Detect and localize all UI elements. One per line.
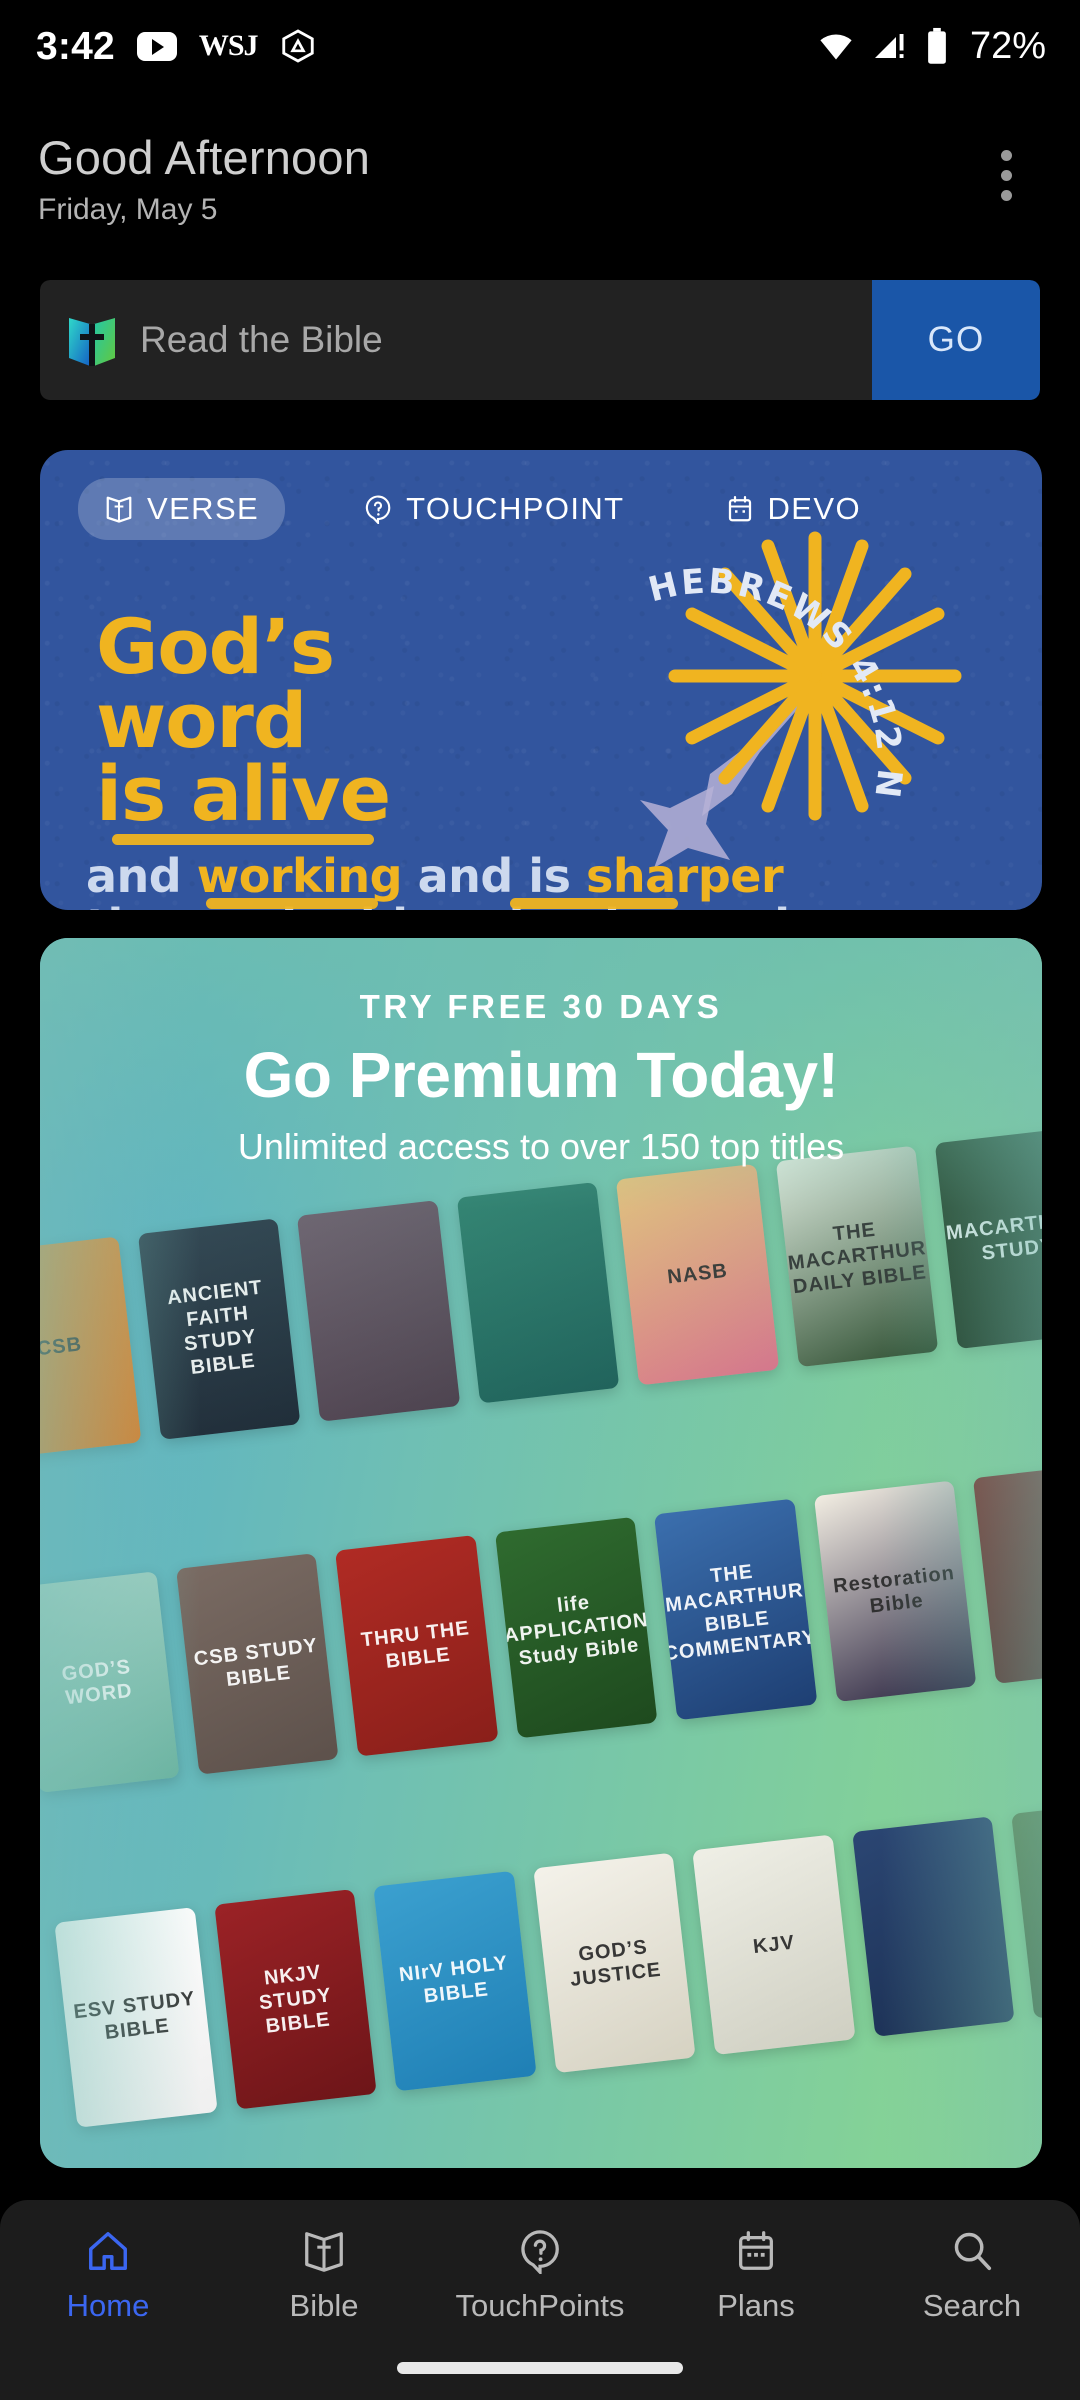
book-cover-title: NIrV HOLY BIBLE — [397, 1952, 510, 2008]
open-book-icon — [305, 2232, 343, 2272]
book-cover: GOD’S JUSTICE — [532, 1852, 696, 2074]
book-cover: CSB STUDY BIBLE — [175, 1553, 339, 1775]
book-cover: ESV STUDY BIBLE — [54, 1906, 218, 2129]
book-cover-title: NKJV STUDY BIBLE — [257, 1961, 333, 2038]
book-cover-title: CSB — [40, 1333, 84, 1361]
book-cover-title: NASB — [666, 1260, 729, 1289]
overflow-menu-icon[interactable] — [993, 142, 1020, 209]
book-cover: THE MACARTHUR DAILY BIBLE — [775, 1145, 939, 1367]
battery-percent: 72% — [969, 24, 1046, 67]
search-input[interactable]: Read the Bible — [40, 280, 872, 400]
wifi-icon — [820, 34, 852, 60]
book-cover — [851, 1815, 1016, 2038]
promo-title: Go Premium Today! — [243, 1039, 839, 1111]
tab-verse[interactable]: VERSE — [78, 478, 286, 540]
verse-body-text-a: and — [86, 849, 197, 903]
book-cover-title: THE MACARTHUR BIBLE COMMENTARY — [662, 1560, 818, 1665]
go-button[interactable]: GO — [872, 280, 1040, 400]
nav-item-touchpoints[interactable]: TouchPoints — [440, 2228, 640, 2324]
status-bar-right: 72% — [816, 25, 1046, 68]
working-underline — [206, 898, 378, 909]
book-cover: NIrV HOLY BIBLE — [373, 1870, 537, 2092]
page-title: Good Afternoon — [38, 131, 371, 184]
wsj-icon: WSJ — [198, 29, 259, 62]
status-time: 3:42 — [36, 24, 115, 68]
status-bar: 3:42 WSJ 72% — [0, 0, 1080, 92]
calendar-icon — [739, 2231, 773, 2270]
tab-touchpoint[interactable]: TOUCHPOINT — [337, 478, 650, 540]
verse-body-text-b: and is — [402, 849, 586, 903]
nav-item-plans[interactable]: Plans — [656, 2228, 856, 2324]
book-cover: ANCIENT FAITH STUDY BIBLE — [137, 1218, 301, 1440]
verse-artwork: HEBREWS 4:12 NCV — [610, 456, 962, 868]
book-cover-title: GOD’S JUSTICE — [569, 1936, 663, 1991]
cellular-no-sim-icon — [874, 34, 904, 58]
nav-item-bible[interactable]: Bible — [224, 2228, 424, 2324]
book-cover-title: Restoration Bible — [832, 1561, 956, 1618]
verse-body-gold-2: sharper — [585, 849, 784, 903]
verse-headline-line-2: word — [96, 675, 307, 765]
book-covers-collage: CSB ANCIENT FAITH STUDY BIBLE NASB THE MACA… — [40, 1127, 1042, 2168]
headline-underline — [112, 834, 374, 845]
go-premium-banner[interactable]: CSB ANCIENT FAITH STUDY BIBLE NASB THE MACA… — [40, 938, 1042, 2168]
book-cover: CSB — [40, 1236, 141, 1458]
book-cover-title: THE MACARTHUR DAILY BIBLE — [786, 1219, 928, 1299]
verse-headline-line-1: God’s — [96, 602, 335, 691]
tab-verse-label: VERSE — [147, 491, 260, 526]
tab-touchpoint-label: TOUCHPOINT — [406, 491, 625, 526]
app-screen: 3:42 WSJ 72% Good Afternoon Friday, May … — [0, 0, 1080, 2400]
status-bar-left: 3:42 WSJ — [36, 27, 316, 66]
book-cover — [1011, 1797, 1042, 2020]
book-cover — [297, 1200, 461, 1422]
book-cover — [973, 1462, 1042, 1684]
nav-item-search[interactable]: Search — [872, 2228, 1072, 2324]
page-header: Good Afternoon Friday, May 5 — [38, 130, 1042, 227]
book-cover-title: KJV — [751, 1931, 797, 1959]
book-cover-title: life APPLICATION Study Bible — [502, 1591, 650, 1670]
nav-label-touchpoints: TouchPoints — [455, 2288, 625, 2323]
book-cover-title: ANCIENT FAITH STUDY BIBLE — [166, 1276, 264, 1380]
book-cover: NKJV STUDY BIBLE — [213, 1888, 377, 2110]
verse-body-gold-1: working — [196, 849, 403, 903]
book-cover-title: CSB STUDY BIBLE — [192, 1634, 319, 1691]
sharper-underline — [510, 898, 678, 909]
book-cover-title: THRU THE BIBLE — [359, 1616, 471, 1673]
nav-label-bible: Bible — [289, 2288, 359, 2323]
book-cover: NASB — [616, 1163, 780, 1386]
verse-headline-line-3: is alive — [96, 749, 391, 839]
verse-of-the-day-card[interactable]: VERSE TOUCHPOINT DEVO HEBREWS 4:12 N God… — [40, 450, 1042, 910]
bible-book-icon — [69, 318, 115, 366]
promo-kicker: TRY FREE 30 DAYS — [359, 988, 723, 1025]
bottom-navigation-bar: Home Bible TouchPoints Plans Search — [0, 2200, 1080, 2400]
battery-icon — [928, 27, 946, 64]
book-cover-title: MACARTHUR STUDY — [945, 1207, 1042, 1266]
promo-subtitle: Unlimited access to over 150 top titles — [237, 1126, 845, 1167]
home-icon — [89, 2232, 127, 2270]
header-date: Friday, May 5 — [38, 193, 218, 226]
book-cover: THE MACARTHUR BIBLE COMMENTARY — [654, 1498, 818, 1721]
book-cover-title: GOD’S WORD — [60, 1655, 134, 1709]
search-icon — [954, 2232, 992, 2271]
question-mark-icon — [521, 2230, 559, 2274]
adobe-triangle-icon — [281, 29, 314, 63]
nav-item-home[interactable]: Home — [8, 2228, 208, 2324]
verse-headline: God’s word is alive — [96, 602, 516, 839]
book-cover: GOD’S WORD — [40, 1571, 180, 1793]
nav-label-search: Search — [922, 2288, 1022, 2323]
home-indicator — [397, 2362, 683, 2374]
nav-label-plans: Plans — [717, 2288, 795, 2323]
open-book-icon — [106, 496, 132, 523]
question-mark-icon — [365, 495, 391, 524]
search-bar: Read the Bible GO — [40, 280, 1040, 400]
book-cover: Restoration Bible — [813, 1480, 977, 1703]
book-cover: THRU THE BIBLE — [335, 1535, 499, 1757]
book-cover — [456, 1181, 620, 1404]
book-cover: life APPLICATION Study Bible — [494, 1517, 658, 1739]
book-cover: KJV — [692, 1834, 856, 2056]
book-cover-title: ESV STUDY BIBLE — [72, 1987, 197, 2044]
nav-label-home: Home — [66, 2288, 150, 2323]
search-placeholder: Read the Bible — [140, 319, 383, 360]
youtube-icon — [136, 31, 177, 61]
verse-body-line-1: and working and is sharper — [86, 849, 1006, 903]
